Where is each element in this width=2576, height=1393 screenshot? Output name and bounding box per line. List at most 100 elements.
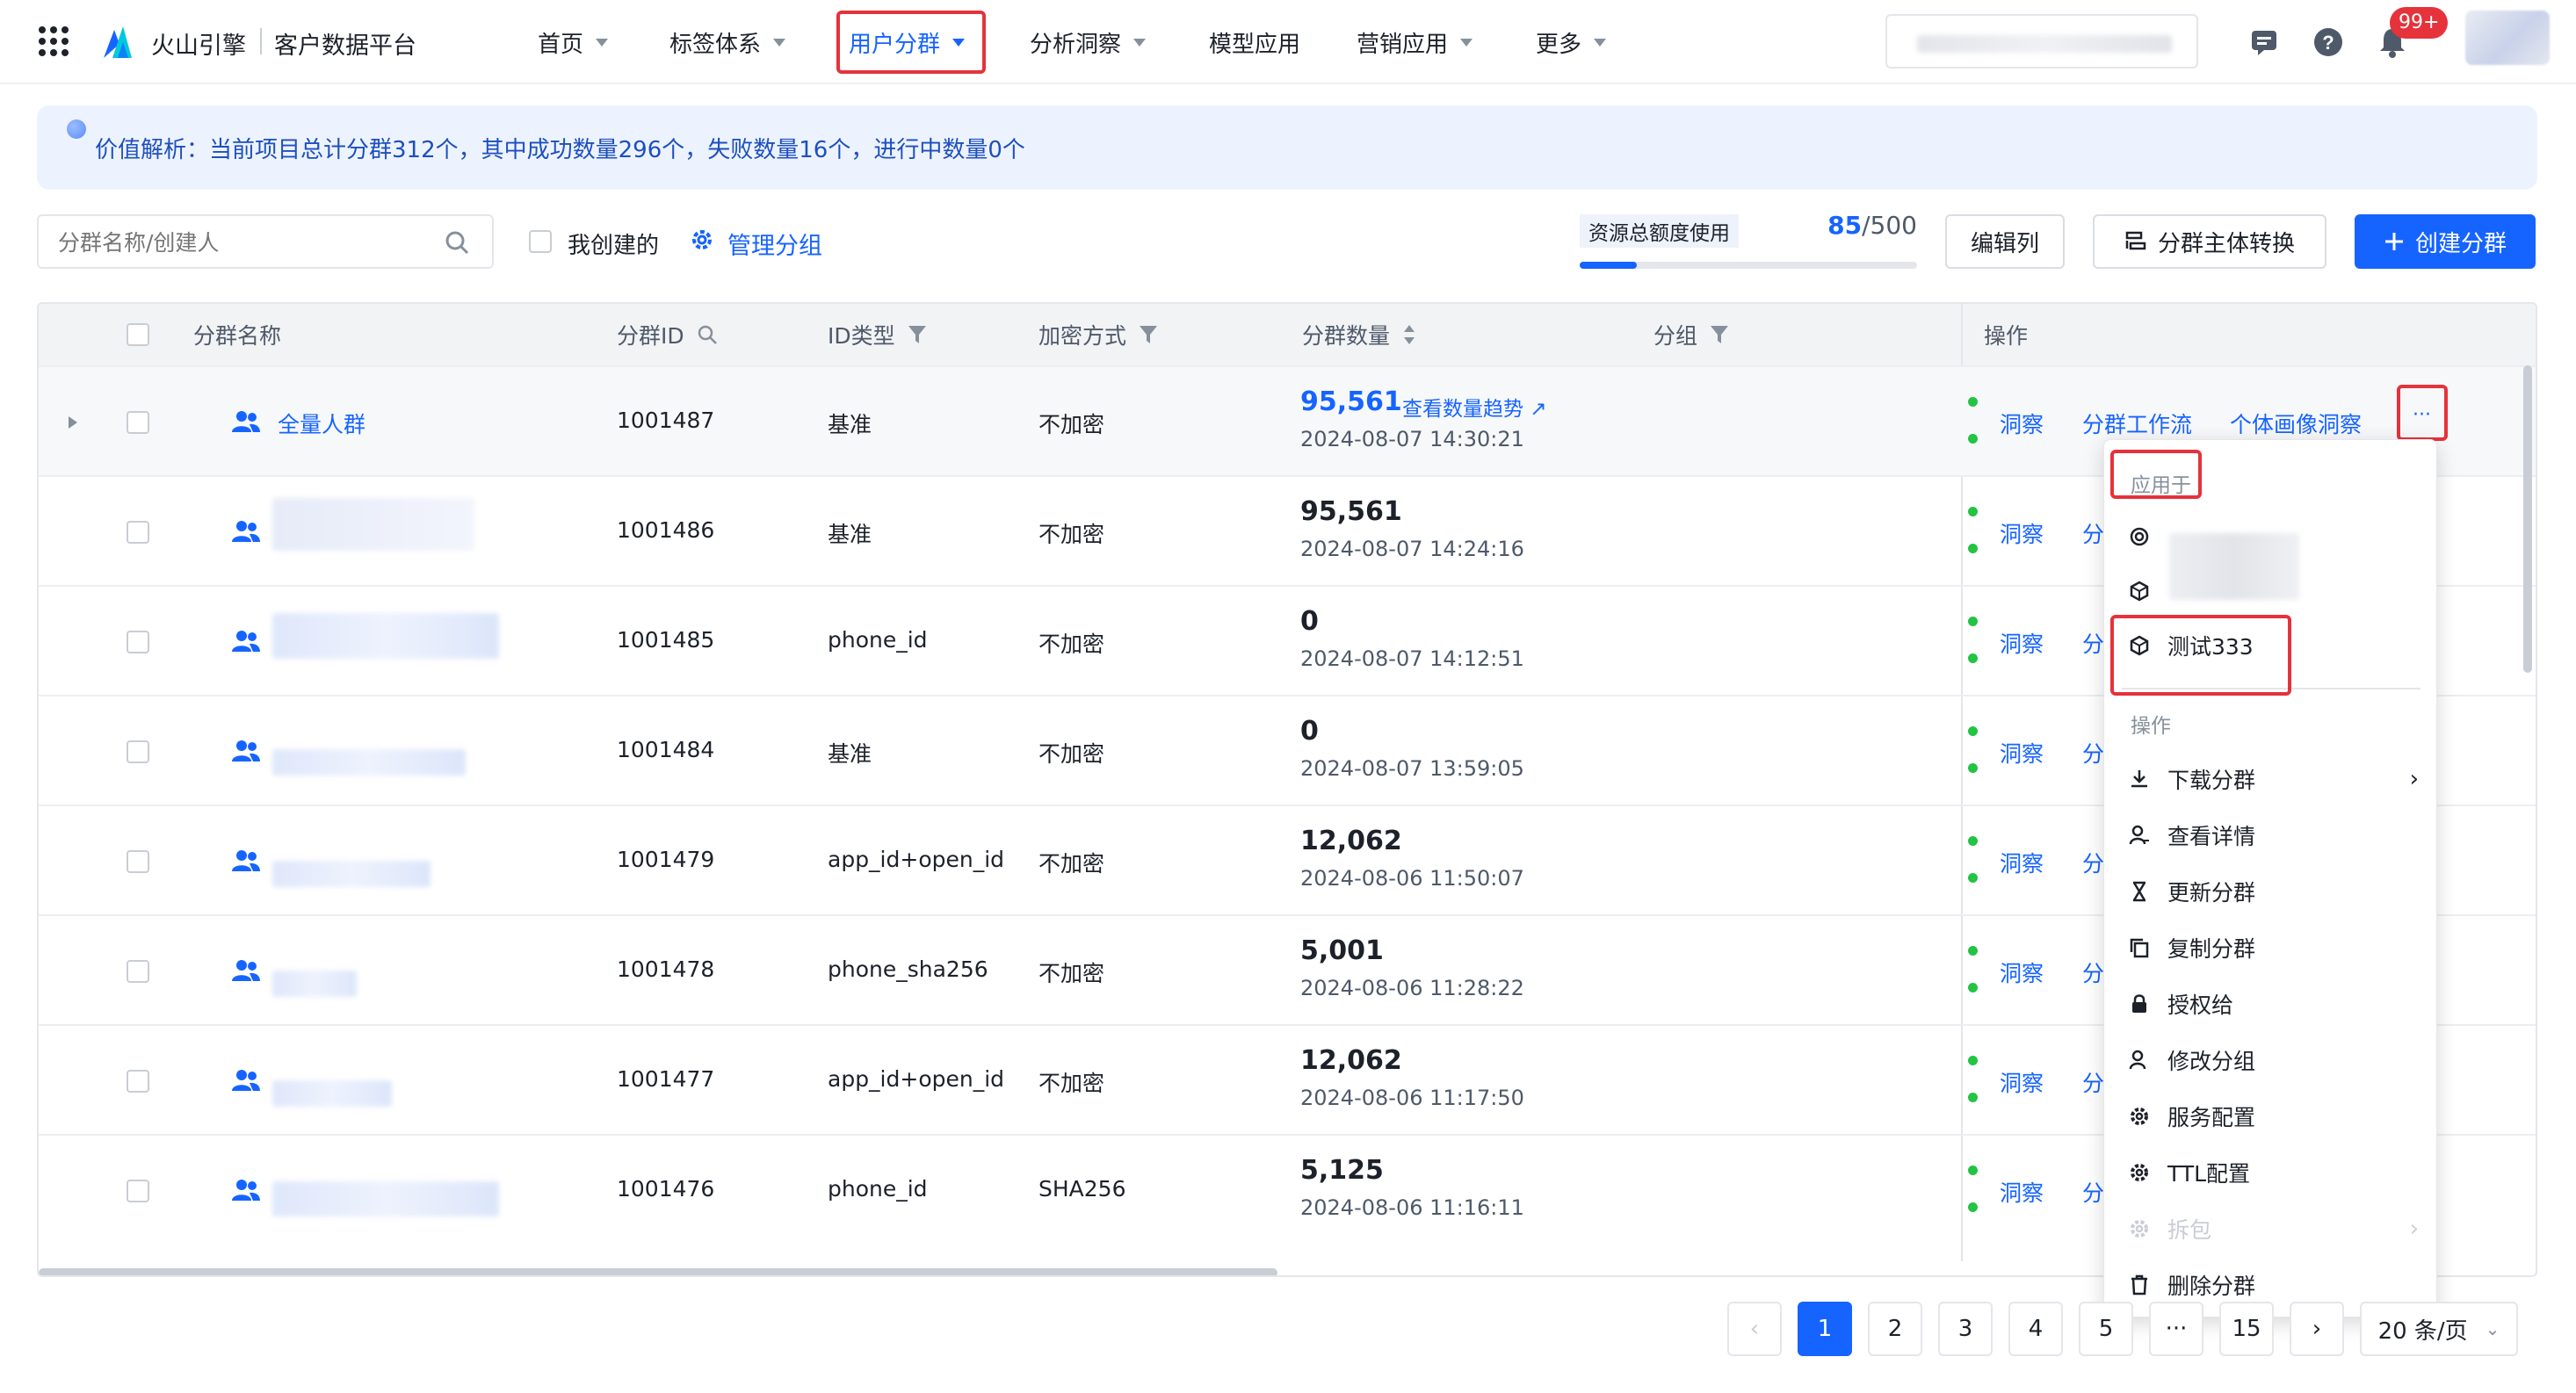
- filter-icon[interactable]: [908, 324, 927, 345]
- created-time: 2024-08-07 14:24:16: [1300, 537, 1524, 561]
- page-5-button[interactable]: 5: [2079, 1302, 2133, 1356]
- filter-icon[interactable]: [1710, 324, 1729, 345]
- user-group-icon: [232, 740, 260, 761]
- insight-link[interactable]: 洞察: [2000, 1176, 2044, 1208]
- app-grid-icon[interactable]: [39, 26, 69, 56]
- insight-link[interactable]: 洞察: [2000, 627, 2044, 659]
- apply-item-redacted-1[interactable]: [2129, 519, 2150, 554]
- row-checkbox[interactable]: [127, 1070, 149, 1093]
- segment-name-redacted[interactable]: [272, 1080, 392, 1107]
- project-selector[interactable]: [1885, 14, 2198, 69]
- horizontal-scrollbar[interactable]: [39, 1268, 1277, 1275]
- segment-count: 95,561: [1300, 386, 1402, 417]
- my-created-label[interactable]: 我创建的: [568, 227, 659, 260]
- insight-link[interactable]: 洞察: [2000, 847, 2044, 878]
- column-header-id[interactable]: 分群ID: [617, 304, 718, 365]
- nav-marketing[interactable]: 营销应用: [1357, 26, 1473, 58]
- create-segment-button[interactable]: 创建分群: [2355, 214, 2536, 269]
- vertical-scrollbar[interactable]: [2523, 365, 2532, 673]
- apply-item-redacted-2[interactable]: [2129, 574, 2150, 609]
- segment-name-redacted[interactable]: [272, 1181, 499, 1216]
- nav-model-apps[interactable]: 模型应用: [1209, 26, 1300, 58]
- page-ellipsis[interactable]: ···: [2149, 1302, 2203, 1356]
- status-dot: [1968, 1166, 1978, 1175]
- user-avatar[interactable]: [2465, 11, 2550, 65]
- insight-link[interactable]: 洞察: [2000, 1066, 2044, 1098]
- page-2-button[interactable]: 2: [1868, 1302, 1922, 1356]
- filter-icon[interactable]: [1139, 324, 1158, 345]
- select-all-checkbox[interactable]: [127, 323, 149, 346]
- column-header-count[interactable]: 分群数量: [1302, 304, 1416, 365]
- page-size-select[interactable]: 20 条/页 ⌄: [2360, 1302, 2518, 1356]
- workflow-link[interactable]: 分群工作流: [2082, 408, 2192, 439]
- search-input[interactable]: [58, 227, 445, 258]
- expand-arrow-icon[interactable]: [69, 416, 77, 429]
- segment-name-redacted[interactable]: [272, 613, 499, 659]
- row-checkbox[interactable]: [127, 521, 149, 544]
- created-time: 2024-08-07 14:12:51: [1300, 646, 1524, 671]
- nav-more[interactable]: 更多: [1536, 26, 1607, 58]
- prev-page-button[interactable]: ‹: [1727, 1302, 1782, 1356]
- insight-link[interactable]: 洞察: [2000, 408, 2044, 439]
- search-icon[interactable]: [445, 230, 469, 255]
- segment-name-redacted[interactable]: [272, 971, 357, 997]
- gear-icon[interactable]: [689, 227, 715, 253]
- nav-analysis[interactable]: 分析洞察: [1030, 26, 1147, 58]
- page-15-button[interactable]: 15: [2219, 1302, 2274, 1356]
- view-count-trend-link[interactable]: 查看数量趋势 ↗: [1402, 392, 1547, 422]
- row-checkbox[interactable]: [127, 850, 149, 873]
- nav-home[interactable]: 首页: [538, 26, 609, 58]
- menu-item-authorize[interactable]: 授权给: [2129, 986, 2233, 1021]
- insight-link[interactable]: 洞察: [2000, 737, 2044, 769]
- column-header-group[interactable]: 分组: [1653, 304, 1729, 365]
- row-checkbox[interactable]: [127, 631, 149, 653]
- workflow-link[interactable]: 分: [2082, 737, 2104, 769]
- quota-label: 资源总额度使用: [1580, 214, 1739, 248]
- next-page-button[interactable]: ›: [2290, 1302, 2344, 1356]
- search-icon[interactable]: [697, 324, 718, 345]
- row-checkbox[interactable]: [127, 411, 149, 434]
- menu-item-service-config[interactable]: 服务配置: [2129, 1099, 2255, 1134]
- edit-columns-button[interactable]: 编辑列: [1945, 214, 2065, 269]
- page-4-button[interactable]: 4: [2008, 1302, 2063, 1356]
- workflow-link[interactable]: 分: [2082, 627, 2104, 659]
- row-checkbox[interactable]: [127, 960, 149, 983]
- segment-name-link[interactable]: 全量人群: [278, 408, 365, 439]
- insight-link[interactable]: 洞察: [2000, 517, 2044, 549]
- gear-icon: [2131, 1108, 2148, 1125]
- page-3-button[interactable]: 3: [1938, 1302, 1993, 1356]
- banner-bullet: [67, 119, 86, 139]
- nav-tag-system[interactable]: 标签体系: [669, 26, 786, 58]
- menu-item-download[interactable]: 下载分群 ›: [2129, 761, 2419, 797]
- menu-item-update[interactable]: 更新分群: [2129, 874, 2255, 909]
- convert-icon: [2125, 231, 2146, 250]
- insight-link[interactable]: 洞察: [2000, 956, 2044, 988]
- workflow-link[interactable]: 分: [2082, 1176, 2104, 1208]
- workflow-link[interactable]: 分: [2082, 956, 2104, 988]
- workflow-link[interactable]: 分: [2082, 1066, 2104, 1098]
- portrait-link[interactable]: 个体画像洞察: [2230, 408, 2362, 439]
- segment-name-redacted[interactable]: [272, 749, 466, 776]
- row-checkbox[interactable]: [127, 740, 149, 763]
- sort-icon[interactable]: [1402, 323, 1416, 346]
- my-created-checkbox[interactable]: [529, 230, 552, 253]
- column-header-encryption[interactable]: 加密方式: [1038, 304, 1158, 365]
- row-checkbox[interactable]: [127, 1180, 149, 1202]
- quota-usage: 资源总额度使用 85/500: [1580, 211, 1917, 271]
- help-icon[interactable]: ?: [2312, 26, 2344, 58]
- menu-item-delete[interactable]: 删除分群: [2129, 1267, 2255, 1303]
- search-box[interactable]: [37, 214, 494, 269]
- subject-convert-button[interactable]: 分群主体转换: [2093, 214, 2326, 269]
- menu-item-change-group[interactable]: 修改分组: [2129, 1043, 2255, 1078]
- column-header-id-type[interactable]: ID类型: [828, 304, 927, 365]
- page-1-button[interactable]: 1: [1798, 1302, 1852, 1356]
- menu-item-view-details[interactable]: 查看详情: [2129, 818, 2255, 853]
- segment-name-redacted[interactable]: [272, 498, 474, 551]
- message-icon[interactable]: [2249, 27, 2279, 57]
- menu-item-ttl-config[interactable]: TTL配置: [2129, 1155, 2250, 1190]
- workflow-link[interactable]: 分: [2082, 847, 2104, 878]
- manage-groups-link[interactable]: 管理分组: [727, 227, 822, 261]
- menu-item-copy[interactable]: 复制分群: [2129, 930, 2255, 965]
- segment-name-redacted[interactable]: [272, 861, 431, 887]
- workflow-link[interactable]: 分: [2082, 517, 2104, 549]
